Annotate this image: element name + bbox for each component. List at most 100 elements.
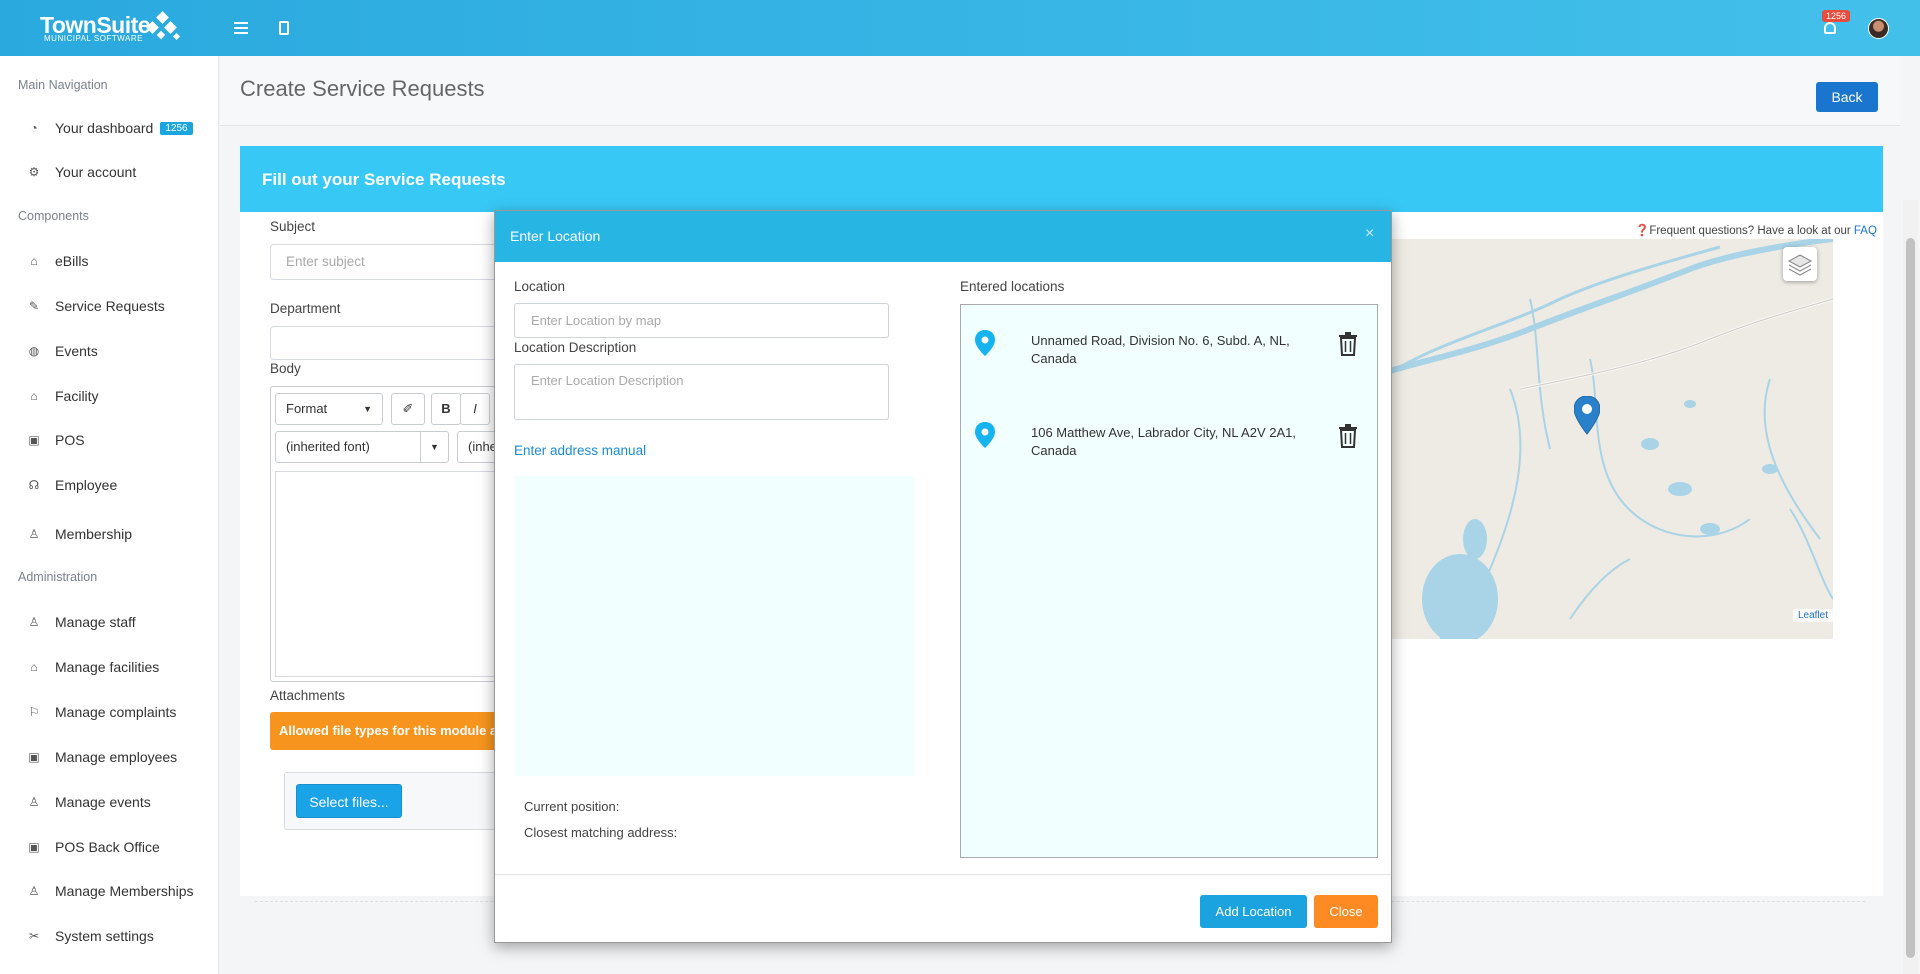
scrollbar-thumb[interactable] xyxy=(1906,238,1915,958)
font-family-select[interactable]: (inherited font) ▼ xyxy=(275,431,449,463)
location-map[interactable]: Leaflet xyxy=(1390,239,1833,639)
card-header: Fill out your Service Requests xyxy=(240,146,1883,212)
entered-locations-list: Unnamed Road, Division No. 6, Subd. A, N… xyxy=(960,304,1378,858)
sidebar-item-manage-events[interactable]: ♙ Manage events xyxy=(0,785,218,819)
sidebar-item-label: Facility xyxy=(55,388,99,404)
add-location-button[interactable]: Add Location xyxy=(1200,895,1307,928)
sidebar-item-facility[interactable]: ⌂ Facility xyxy=(0,379,218,413)
modal-title: Enter Location xyxy=(510,228,601,244)
location-address: Unnamed Road, Division No. 6, Subd. A, N… xyxy=(1031,332,1311,368)
current-position-label: Current position: xyxy=(524,799,620,814)
format-label: Format xyxy=(286,401,328,416)
back-button[interactable]: Back xyxy=(1816,82,1878,112)
section-main-navigation: Main Navigation xyxy=(18,78,108,92)
question-icon: ❓ xyxy=(1635,225,1650,237)
location-pin-icon xyxy=(975,330,995,356)
section-administration: Administration xyxy=(18,570,98,584)
entered-locations-label: Entered locations xyxy=(960,279,1065,294)
briefcase-icon: ▣ xyxy=(28,750,40,764)
sidebar-item-label: POS xyxy=(55,432,85,448)
delete-location-trash-icon[interactable] xyxy=(1337,332,1359,356)
home-icon: ⌂ xyxy=(30,389,38,403)
closest-address-label: Closest matching address: xyxy=(524,825,678,840)
sidebar-item-label: Manage complaints xyxy=(55,704,177,720)
location-input[interactable]: Enter Location by map xyxy=(514,303,889,338)
briefcase-icon: ▣ xyxy=(28,433,40,447)
user-icon: ♙ xyxy=(28,884,40,898)
dashboard-icon: ◔ xyxy=(30,121,38,135)
sidebar-item-membership[interactable]: ♙ Membership xyxy=(0,517,218,551)
menu-toggle-icon[interactable] xyxy=(229,16,253,40)
edit-icon: ✎ xyxy=(28,299,40,313)
italic-button[interactable]: I xyxy=(460,393,490,425)
address-line: 106 Matthew Ave, Labrador City, NL A2V 2… xyxy=(1031,425,1296,440)
sidebar-item-pos-back-office[interactable]: ▣ POS Back Office xyxy=(0,830,218,864)
section-components: Components xyxy=(18,209,89,223)
location-description-input[interactable]: Enter Location Description xyxy=(514,364,889,420)
sidebar-item-dashboard[interactable]: ◔ Your dashboard 1256 xyxy=(0,111,218,145)
panel-toggle-icon[interactable] xyxy=(272,16,296,40)
sidebar-item-ebills[interactable]: ⌂ eBills xyxy=(0,244,218,278)
sidebar-item-service-requests[interactable]: ✎ Service Requests xyxy=(0,289,218,323)
dashboard-count-badge: 1256 xyxy=(160,121,193,135)
sidebar-item-pos[interactable]: ▣ POS xyxy=(0,423,218,457)
modal-close-icon[interactable]: × xyxy=(1365,225,1374,243)
notifications-bell-icon[interactable]: 1256 xyxy=(1818,10,1851,40)
sidebar-item-label: Membership xyxy=(55,526,133,542)
sidebar-item-manage-memberships[interactable]: ♙ Manage Memberships xyxy=(0,874,218,908)
gear-icon: ⚙ xyxy=(28,165,40,179)
townsuite-logo[interactable]: TownSuite MUNICIPAL SOFTWARE xyxy=(40,11,181,43)
page-header: Create Service Requests Back xyxy=(220,56,1900,126)
home-icon: ⌂ xyxy=(30,660,38,674)
top-bar: TownSuite MUNICIPAL SOFTWARE 1256 xyxy=(0,0,1920,56)
modal-footer-divider xyxy=(495,874,1391,875)
faq-text: Frequent questions? Have a look at our xyxy=(1649,225,1854,237)
sidebar-item-manage-complaints[interactable]: ⚐ Manage complaints xyxy=(0,695,218,729)
sidebar-item-account[interactable]: ⚙ Your account xyxy=(0,155,218,189)
globe-icon: ◍ xyxy=(28,344,40,358)
user-avatar[interactable] xyxy=(1868,18,1889,39)
remove-format-button[interactable]: ✐ xyxy=(391,393,425,425)
map-layers-icon[interactable] xyxy=(1783,247,1817,281)
location-description-label: Location Description xyxy=(514,340,637,355)
format-dropdown[interactable]: Format ▼ xyxy=(275,393,383,425)
sidebar-item-manage-facilities[interactable]: ⌂ Manage facilities xyxy=(0,650,218,684)
sidebar-item-events[interactable]: ◍ Events xyxy=(0,334,218,368)
wrench-icon: ✂ xyxy=(28,929,40,943)
map-marker-icon[interactable] xyxy=(1574,396,1600,438)
sidebar-item-label: Your dashboard xyxy=(55,120,154,136)
card-title: Fill out your Service Requests xyxy=(262,170,506,189)
headset-icon: ☊ xyxy=(28,478,40,492)
sidebar-item-label: Your account xyxy=(55,164,137,180)
sidebar-item-label: Service Requests xyxy=(55,298,165,314)
enter-address-manual-link[interactable]: Enter address manual xyxy=(514,443,646,458)
notification-badge: 1256 xyxy=(1822,10,1851,22)
map-tiles xyxy=(1390,239,1833,639)
bold-button[interactable]: B xyxy=(431,393,461,425)
sidebar-item-label: Manage events xyxy=(55,794,151,810)
sidebar-item-label: POS Back Office xyxy=(55,839,160,855)
delete-location-trash-icon[interactable] xyxy=(1337,424,1359,448)
sidebar: Main Navigation ◔ Your dashboard 1256 ⚙ … xyxy=(0,56,219,974)
brand-subtitle: MUNICIPAL SOFTWARE xyxy=(44,34,143,43)
sidebar-item-label: eBills xyxy=(55,253,89,269)
sidebar-item-system-settings[interactable]: ✂ System settings xyxy=(0,919,218,953)
address-line: Unnamed Road, Division No. 6, Subd. A, N… xyxy=(1031,333,1290,348)
chevron-down-icon: ▼ xyxy=(420,432,448,462)
sidebar-item-manage-staff[interactable]: ♙ Manage staff xyxy=(0,605,218,639)
page-scrollbar[interactable] xyxy=(1903,200,1918,974)
chevron-down-icon: ▼ xyxy=(363,404,372,414)
sidebar-item-label: Manage facilities xyxy=(55,659,160,675)
faq-link[interactable]: FAQ xyxy=(1854,225,1877,237)
user-gear-icon: ♙ xyxy=(28,795,40,809)
user-gear-icon: ♙ xyxy=(28,615,40,629)
location-label: Location xyxy=(514,279,566,294)
enter-location-modal: Enter Location × Location Enter Location… xyxy=(494,210,1392,943)
user-icon: ♙ xyxy=(28,527,40,541)
sidebar-item-employee[interactable]: ☊ Employee xyxy=(0,468,218,502)
select-files-button[interactable]: Select files... xyxy=(296,784,402,818)
leaflet-link[interactable]: Leaflet xyxy=(1792,609,1833,622)
modal-map-area[interactable] xyxy=(514,476,914,776)
sidebar-item-manage-employees[interactable]: ▣ Manage employees xyxy=(0,740,218,774)
close-modal-button[interactable]: Close xyxy=(1314,895,1378,928)
